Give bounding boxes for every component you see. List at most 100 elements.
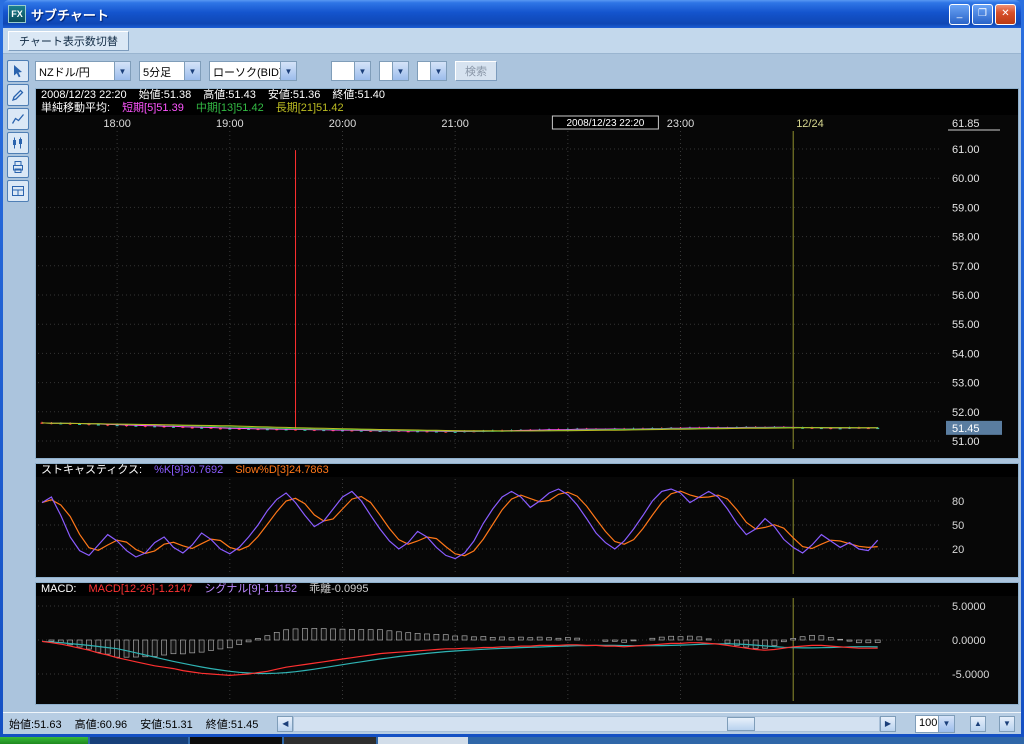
- count-down-button[interactable]: ▼: [999, 716, 1015, 732]
- stochastic-chart[interactable]: 80 50 20: [36, 477, 1018, 577]
- macd-label: MACD:: [41, 583, 76, 596]
- scrollbar-track[interactable]: [293, 716, 880, 732]
- svg-text:5.0000: 5.0000: [952, 601, 986, 613]
- range-open-value: 始値:51.63: [9, 716, 62, 732]
- price-chart[interactable]: 61.0060.0059.0058.0057.0056.0055.0054.00…: [36, 115, 1018, 458]
- maximize-button[interactable]: ❐: [972, 4, 993, 25]
- range-high-value: 高値:60.96: [75, 716, 128, 732]
- svg-text:2008/12/23 22:20: 2008/12/23 22:20: [566, 118, 644, 129]
- ma-short-value: 短期[5]51.39: [122, 102, 184, 115]
- chevron-down-icon: ▼: [280, 62, 296, 80]
- indicator-select-1[interactable]: ▼: [331, 61, 371, 81]
- range-low-value: 安値:51.31: [140, 716, 193, 732]
- window-title: サブチャート: [31, 5, 944, 24]
- desktop-screen: FX サブチャート _ ❐ ✕ チャート表示数切替: [0, 0, 1024, 744]
- close-button[interactable]: ✕: [995, 4, 1016, 25]
- svg-text:23:00: 23:00: [667, 118, 695, 130]
- chart-type-value: ローソク(BID): [210, 62, 280, 80]
- start-button-fragment[interactable]: [0, 737, 88, 744]
- taskbar-window-button[interactable]: [284, 737, 376, 744]
- chevron-down-icon: ▼: [430, 62, 446, 80]
- svg-text:56.00: 56.00: [952, 290, 980, 302]
- indicator-select-3[interactable]: ▼: [417, 61, 447, 81]
- display-count-value: 100: [916, 716, 938, 732]
- title-bar[interactable]: FX サブチャート _ ❐ ✕: [3, 0, 1021, 28]
- taskbar-window-button[interactable]: [190, 737, 282, 744]
- scrollbar-thumb[interactable]: [727, 717, 755, 731]
- window-controls: _ ❐ ✕: [949, 4, 1016, 25]
- taskbar-window-button[interactable]: [90, 737, 188, 744]
- chevron-down-icon: ▼: [184, 62, 200, 80]
- pointer-tool-button[interactable]: [7, 60, 29, 82]
- svg-text:53.00: 53.00: [952, 378, 980, 390]
- status-bar: 始値:51.63 高値:60.96 安値:51.31 終値:51.45 ◀ ▶ …: [3, 712, 1021, 734]
- scroll-left-button[interactable]: ◀: [277, 716, 293, 732]
- macd-panel: MACD: MACD[12-26]-1.2147 シグナル[9]-1.1152 …: [35, 582, 1019, 705]
- chart-count-toggle-button[interactable]: チャート表示数切替: [8, 31, 129, 51]
- stochastic-k-value: %K[9]30.7692: [154, 464, 223, 477]
- toolbar: チャート表示数切替: [3, 28, 1021, 54]
- chart-controls: NZドル/円 ▼ 5分足 ▼ ローソク(BID) ▼: [35, 58, 1019, 84]
- ma-long-value: 長期[21]51.42: [276, 102, 344, 115]
- chart-type-select[interactable]: ローソク(BID) ▼: [209, 61, 297, 81]
- minimize-button[interactable]: _: [949, 4, 970, 25]
- stochastic-panel: ストキャスティクス: %K[9]30.7692 Slow%D[3]24.7863…: [35, 463, 1019, 578]
- macd-signal-value: シグナル[9]-1.1152: [204, 583, 297, 596]
- macd-chart[interactable]: 5.0000 0.0000 -5.0000: [36, 596, 1018, 704]
- subchart-window: FX サブチャート _ ❐ ✕ チャート表示数切替: [0, 0, 1024, 737]
- svg-text:52.00: 52.00: [952, 407, 980, 419]
- chevron-down-icon: ▼: [392, 62, 408, 80]
- svg-text:58.00: 58.00: [952, 232, 980, 244]
- print-tool-button[interactable]: [7, 156, 29, 178]
- svg-text:19:00: 19:00: [216, 118, 244, 130]
- pointer-icon: [11, 64, 25, 78]
- windows-taskbar[interactable]: [0, 737, 1024, 744]
- pencil-icon: [11, 88, 25, 102]
- taskbar-window-button[interactable]: [378, 737, 468, 744]
- printer-icon: [11, 160, 25, 174]
- draw-tool-button[interactable]: [7, 84, 29, 106]
- svg-text:51.00: 51.00: [952, 436, 980, 448]
- count-up-button[interactable]: ▲: [970, 716, 986, 732]
- svg-text:20: 20: [952, 544, 964, 556]
- line-chart-tool-button[interactable]: [7, 108, 29, 130]
- app-icon: FX: [8, 5, 26, 23]
- ma-label: 単純移動平均:: [41, 102, 110, 115]
- stochastic-d-value: Slow%D[3]24.7863: [235, 464, 329, 477]
- horizontal-scrollbar[interactable]: ◀ ▶: [277, 715, 896, 732]
- svg-text:61.85: 61.85: [952, 118, 980, 130]
- price-chart-panel: 2008/12/23 22:20 始値:51.38 高値:51.43 安値:51…: [35, 88, 1019, 459]
- currency-pair-value: NZドル/円: [36, 62, 114, 80]
- currency-pair-select[interactable]: NZドル/円 ▼: [35, 61, 131, 81]
- chevron-down-icon: ▼: [938, 716, 954, 732]
- display-count-select[interactable]: 100 ▼: [915, 715, 955, 733]
- timeframe-select[interactable]: 5分足 ▼: [139, 61, 201, 81]
- scroll-right-button[interactable]: ▶: [880, 716, 896, 732]
- svg-text:60.00: 60.00: [952, 173, 980, 185]
- timeframe-value: 5分足: [140, 62, 184, 80]
- svg-text:61.00: 61.00: [952, 144, 980, 156]
- candle-info-bar: 2008/12/23 22:20 始値:51.38 高値:51.43 安値:51…: [36, 89, 1018, 102]
- search-button[interactable]: 検索: [455, 61, 497, 81]
- candle-close-value: 終値:51.40: [332, 89, 385, 102]
- stochastic-label: ストキャスティクス:: [41, 464, 142, 477]
- layout-tool-button[interactable]: [7, 180, 29, 202]
- indicator-select-2[interactable]: ▼: [379, 61, 409, 81]
- chevron-down-icon: ▼: [114, 62, 130, 80]
- window-layout-icon: [11, 184, 25, 198]
- svg-text:18:00: 18:00: [103, 118, 131, 130]
- macd-header: MACD: MACD[12-26]-1.2147 シグナル[9]-1.1152 …: [36, 583, 1018, 596]
- candlestick-chart-icon: [11, 136, 25, 150]
- ma-info-bar: 単純移動平均: 短期[5]51.39 中期[13]51.42 長期[21]51.…: [36, 102, 1018, 115]
- candle-chart-tool-button[interactable]: [7, 132, 29, 154]
- svg-text:0.0000: 0.0000: [952, 635, 986, 647]
- candle-high-value: 高値:51.43: [203, 89, 256, 102]
- svg-text:51.45: 51.45: [952, 423, 980, 435]
- candle-low-value: 安値:51.36: [268, 89, 321, 102]
- range-close-value: 終値:51.45: [206, 716, 259, 732]
- svg-text:50: 50: [952, 520, 964, 532]
- svg-text:21:00: 21:00: [441, 118, 469, 130]
- svg-text:-5.0000: -5.0000: [952, 669, 989, 681]
- svg-text:80: 80: [952, 496, 964, 508]
- ma-mid-value: 中期[13]51.42: [196, 102, 264, 115]
